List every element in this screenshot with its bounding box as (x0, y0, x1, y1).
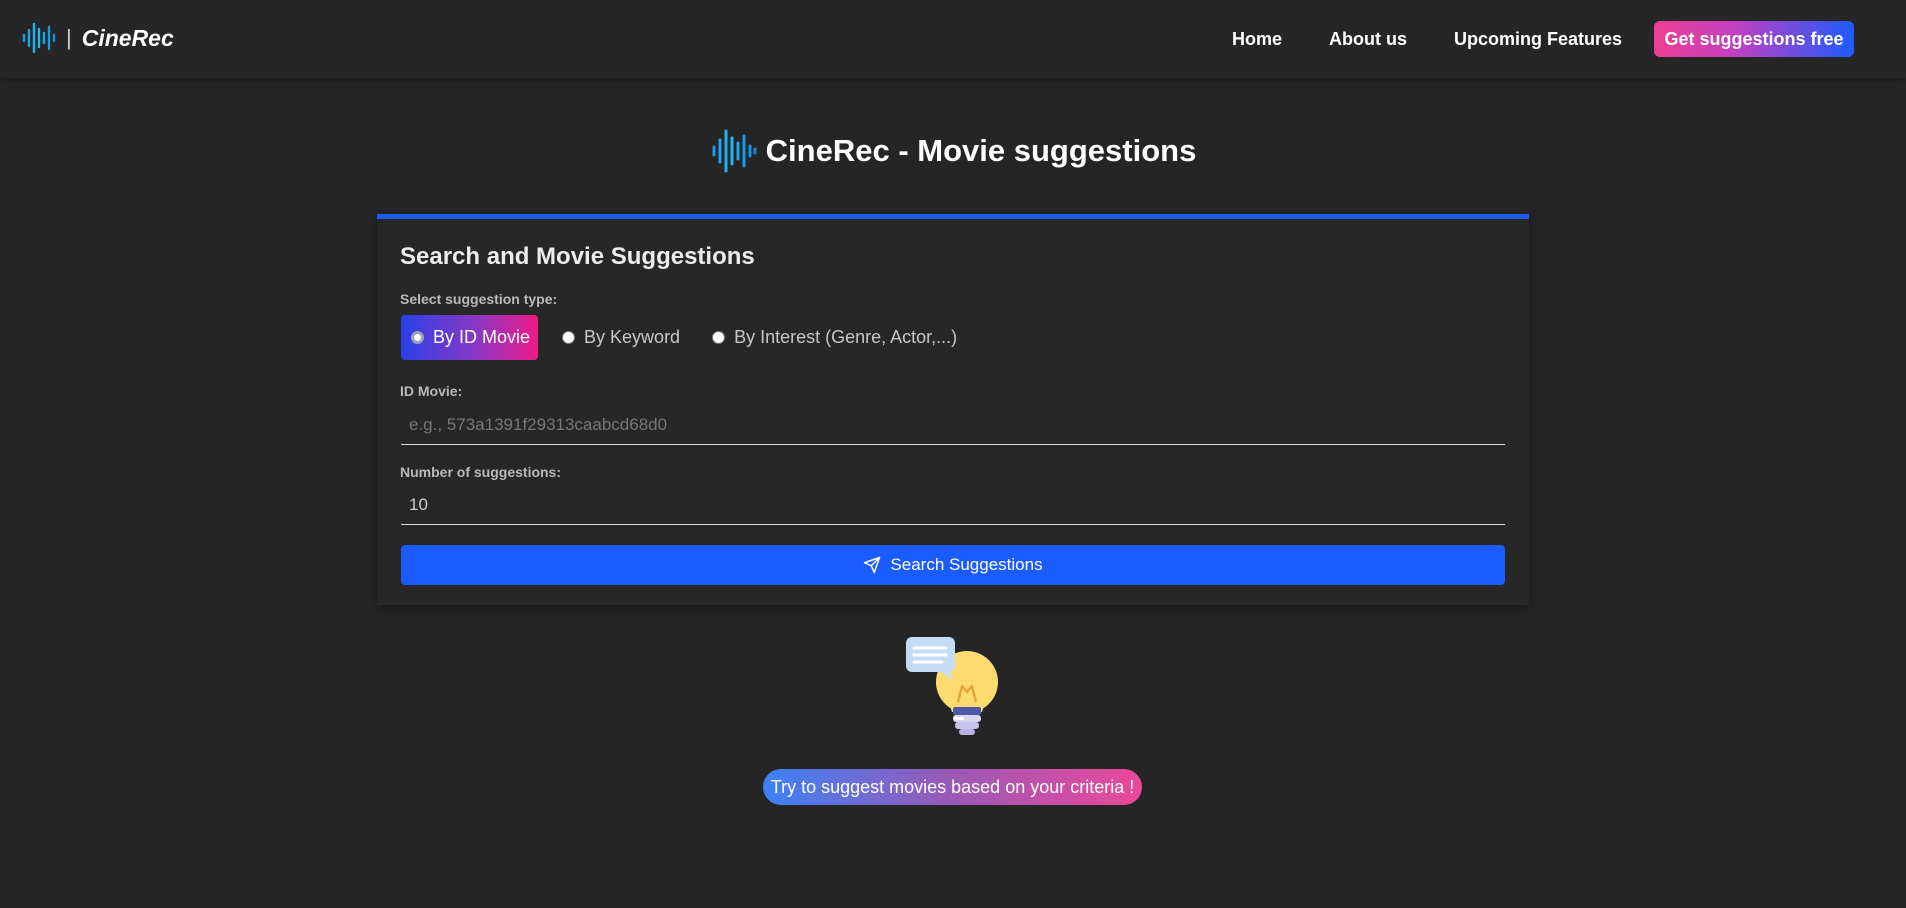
radio-label: By ID Movie (433, 327, 531, 347)
nav-link-about-us[interactable]: About us (1329, 21, 1407, 57)
radio-label: By Interest (Genre, Actor,...) (734, 327, 958, 347)
get-suggestions-button[interactable]: Get suggestions free (1654, 21, 1854, 57)
radio-by-interest[interactable]: By Interest (Genre, Actor,...) (712, 315, 957, 360)
nav-link-upcoming-features[interactable]: Upcoming Features (1454, 21, 1622, 57)
sound-wave-logo-icon (22, 22, 56, 54)
number-of-suggestions-input[interactable]: 10 (401, 485, 1505, 525)
suggestion-type-radio-group: By ID Movie By Keyword By Interest (Genr… (401, 315, 989, 360)
brand-separator: | (66, 25, 72, 50)
radio-label: By Keyword (584, 327, 681, 347)
page-header: CineRec - Movie suggestions (0, 126, 1906, 176)
brand[interactable]: | CineRec (22, 20, 174, 56)
nav-link-home[interactable]: Home (1232, 21, 1282, 57)
search-suggestions-button[interactable]: Search Suggestions (401, 545, 1505, 585)
sound-wave-logo-icon (712, 129, 757, 173)
id-movie-input[interactable]: e.g., 573a1391f29313caabcd68d0 (401, 405, 1505, 445)
card-title: Search and Movie Suggestions (400, 243, 755, 270)
id-movie-label: ID Movie: (400, 383, 463, 399)
radio-by-keyword[interactable]: By Keyword (562, 315, 680, 360)
radio-by-id-movie[interactable]: By ID Movie (401, 315, 539, 360)
radio-button[interactable] (712, 331, 726, 344)
number-of-suggestions-label: Number of suggestions: (400, 464, 562, 480)
brand-name: CineRec (81, 25, 174, 51)
top-navbar: | CineRec Home About us Upcoming Feature… (0, 0, 1906, 78)
radio-button-selected[interactable] (411, 331, 424, 344)
lightbulb-chat-icon (906, 637, 998, 735)
nav-links: Home About us Upcoming Features Get sugg… (1232, 21, 1854, 57)
hint-message: Try to suggest movies based on your crit… (763, 769, 1142, 805)
search-suggestions-label: Search Suggestions (890, 555, 1043, 574)
radio-button[interactable] (562, 331, 576, 344)
suggestion-type-label: Select suggestion type: (400, 291, 558, 307)
send-icon (864, 556, 881, 574)
page-title: CineRec - Movie suggestions (765, 133, 1197, 168)
suggestion-form-card: Search and Movie Suggestions Select sugg… (377, 214, 1529, 605)
